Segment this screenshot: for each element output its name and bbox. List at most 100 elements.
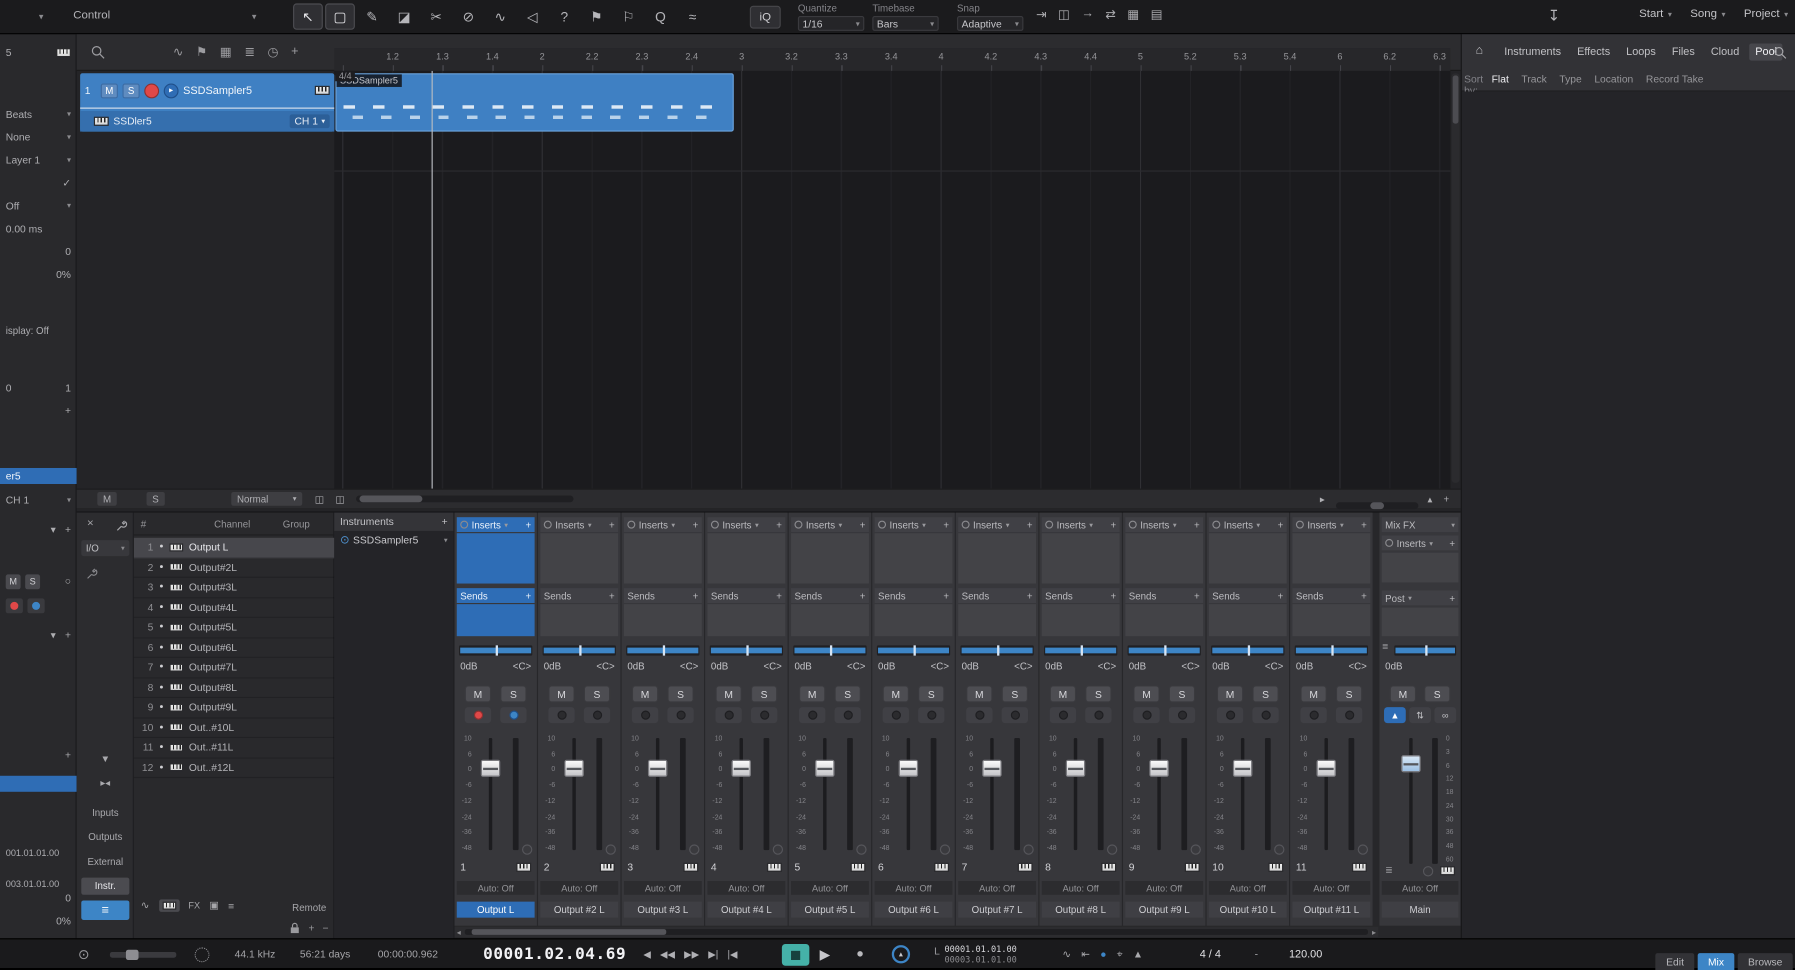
sends-header[interactable]: Sends + [875, 588, 953, 603]
output-label[interactable]: Output #6 L [875, 902, 953, 918]
mixer-horizontal-scrollbar[interactable]: ◂ ▸ [454, 927, 1378, 937]
layout-icon-2[interactable]: ◫ [335, 492, 344, 506]
volume-db-label[interactable]: 0dB [1129, 660, 1146, 671]
midi-clip[interactable]: SSDSampler5 [335, 73, 733, 131]
follow-icon[interactable]: → [1081, 7, 1094, 22]
pan-control[interactable] [793, 645, 866, 655]
fader-handle[interactable] [1066, 760, 1085, 777]
chevron-down-icon[interactable]: ▾ [444, 535, 448, 544]
mute-button[interactable]: M [1390, 685, 1416, 702]
pan-control[interactable] [877, 645, 950, 655]
automation-mode[interactable]: Auto: Off [1125, 881, 1203, 895]
record-arm-button[interactable] [715, 707, 741, 723]
add-insert-button[interactable]: + [1361, 519, 1367, 530]
channel-list-row[interactable]: 2 ● Output#2L [134, 558, 334, 578]
instrument-icon[interactable] [315, 86, 330, 95]
help-tool[interactable]: ? [549, 3, 579, 29]
loop-return-button[interactable]: ◀ [643, 948, 650, 961]
volume-db-label[interactable]: 0dB [1212, 660, 1229, 671]
pan-control[interactable] [1044, 645, 1117, 655]
pan-position-label[interactable]: <C> [1265, 660, 1283, 671]
chevron-down-icon[interactable]: ▾ [252, 11, 257, 21]
inspector-bottom-zero[interactable]: 0 [0, 889, 77, 907]
mixer-channel-strip[interactable]: Inserts ▾ + Sends + 0dB < [538, 513, 620, 926]
add-insert-button[interactable]: + [1278, 519, 1284, 530]
pan-control[interactable] [960, 645, 1033, 655]
inspector-pct-row[interactable]: 0% [0, 265, 77, 283]
clock-time[interactable]: 00:00:00.962 [378, 939, 438, 969]
output-label[interactable]: Output L [457, 902, 535, 918]
bypass-icon[interactable] [1296, 521, 1304, 529]
add-send-button[interactable]: + [1361, 590, 1367, 601]
browser-tab[interactable]: Cloud [1705, 43, 1745, 60]
browser-tab[interactable]: Instruments [1499, 43, 1567, 60]
automation-mode[interactable]: Auto: Off [540, 881, 618, 895]
automation-mode[interactable]: Auto: Off [1042, 881, 1120, 895]
bypass-icon[interactable] [878, 521, 886, 529]
automation-mode[interactable]: Auto: Off [875, 881, 953, 895]
inspector-bottom-pct[interactable]: 0% [0, 912, 77, 930]
chevron-down-icon[interactable]: ▾ [671, 520, 675, 529]
sends-box[interactable] [624, 604, 702, 636]
scrollbar-thumb[interactable] [471, 929, 666, 935]
bypass-icon[interactable] [794, 521, 802, 529]
bypass-icon[interactable] [1212, 521, 1220, 529]
grid-icon[interactable]: ▦ [220, 45, 232, 60]
inspector-selected-item[interactable] [0, 776, 77, 792]
add-icon[interactable]: + [308, 922, 314, 933]
volume-db-label[interactable]: 0dB [460, 660, 477, 671]
monitor-button[interactable] [667, 707, 693, 723]
output-label[interactable]: Output #2 L [540, 902, 618, 918]
record-arm-button[interactable] [883, 707, 909, 723]
scrollbar-track[interactable] [464, 929, 1368, 935]
mixer-nav-button[interactable]: Inputs [81, 803, 129, 820]
volume-db-label[interactable]: 0dB [544, 660, 561, 671]
zoom-out-icon[interactable]: ▸ [1320, 492, 1325, 506]
chevron-down-icon[interactable]: ▾ [839, 520, 843, 529]
solo-button[interactable]: S [918, 685, 944, 702]
pan-position-label[interactable]: <C> [847, 660, 865, 671]
add-insert-button[interactable]: + [860, 519, 866, 530]
chevron-down-icon[interactable]: ▾ [922, 520, 926, 529]
output-label[interactable]: Output #4 L [707, 902, 785, 918]
track-header[interactable]: 1 M S ▸ SSDSampler5 SSDler5 CH 1▾ [80, 73, 334, 131]
inserts-header[interactable]: Inserts ▾ + [707, 517, 785, 532]
macros-icon[interactable]: ▤ [1151, 7, 1163, 22]
chevron-down-icon[interactable]: ▾ [1089, 520, 1093, 529]
mute-button[interactable]: M [101, 83, 118, 98]
mixer-channel-strip[interactable]: Inserts ▾ + Sends + 0dB < [1207, 513, 1289, 926]
add-send-button[interactable]: + [609, 590, 615, 601]
tempo-tool[interactable]: ≈ [678, 3, 708, 29]
pan-position-label[interactable]: <C> [1098, 660, 1116, 671]
chevron-down-icon[interactable]: ▾ [1429, 538, 1433, 547]
add-insert-button[interactable]: + [776, 519, 782, 530]
add-send-button[interactable]: + [693, 590, 699, 601]
output-label[interactable]: Output #5 L [791, 902, 869, 918]
sends-box[interactable] [1042, 604, 1120, 636]
lock-icon[interactable] [290, 922, 300, 933]
add-insert-button[interactable]: + [1110, 519, 1116, 530]
pan-position-label[interactable]: <C> [931, 660, 949, 671]
sends-header[interactable]: Sends + [540, 588, 618, 603]
mute-button[interactable]: M [1050, 685, 1076, 702]
pointer-tool[interactable]: ↖ [293, 3, 323, 29]
inspector-off-row[interactable]: Off▾ [0, 197, 77, 215]
dim-icon[interactable]: ⇅ [1409, 707, 1431, 723]
tempo-map-icon[interactable]: ∿ [1062, 948, 1071, 961]
output-label[interactable]: Output #3 L [624, 902, 702, 918]
inspector-preset-row[interactable]: 5 [0, 43, 77, 61]
peak-indicator[interactable] [1191, 844, 1201, 854]
metronome-small-icon[interactable]: ▲ [1133, 949, 1143, 960]
add-send-button[interactable]: + [525, 590, 531, 601]
sends-header[interactable]: Sends + [624, 588, 702, 603]
pan-position-label[interactable]: <C> [1014, 660, 1032, 671]
spatial-icon[interactable]: ▲ [1384, 707, 1406, 723]
zoom-icon[interactable] [90, 45, 105, 60]
channel-list-row[interactable]: 8 ● Output#8L [134, 678, 334, 698]
inserts-header[interactable]: Inserts ▾ + [1042, 517, 1120, 532]
mixer-channel-strip[interactable]: Inserts ▾ + Sends + 0dB < [1290, 513, 1372, 926]
automation-mode[interactable]: Auto: Off [791, 881, 869, 895]
browser-content[interactable] [1462, 92, 1795, 939]
solo-button[interactable]: S [1336, 685, 1362, 702]
inserts-box[interactable] [1209, 533, 1287, 583]
